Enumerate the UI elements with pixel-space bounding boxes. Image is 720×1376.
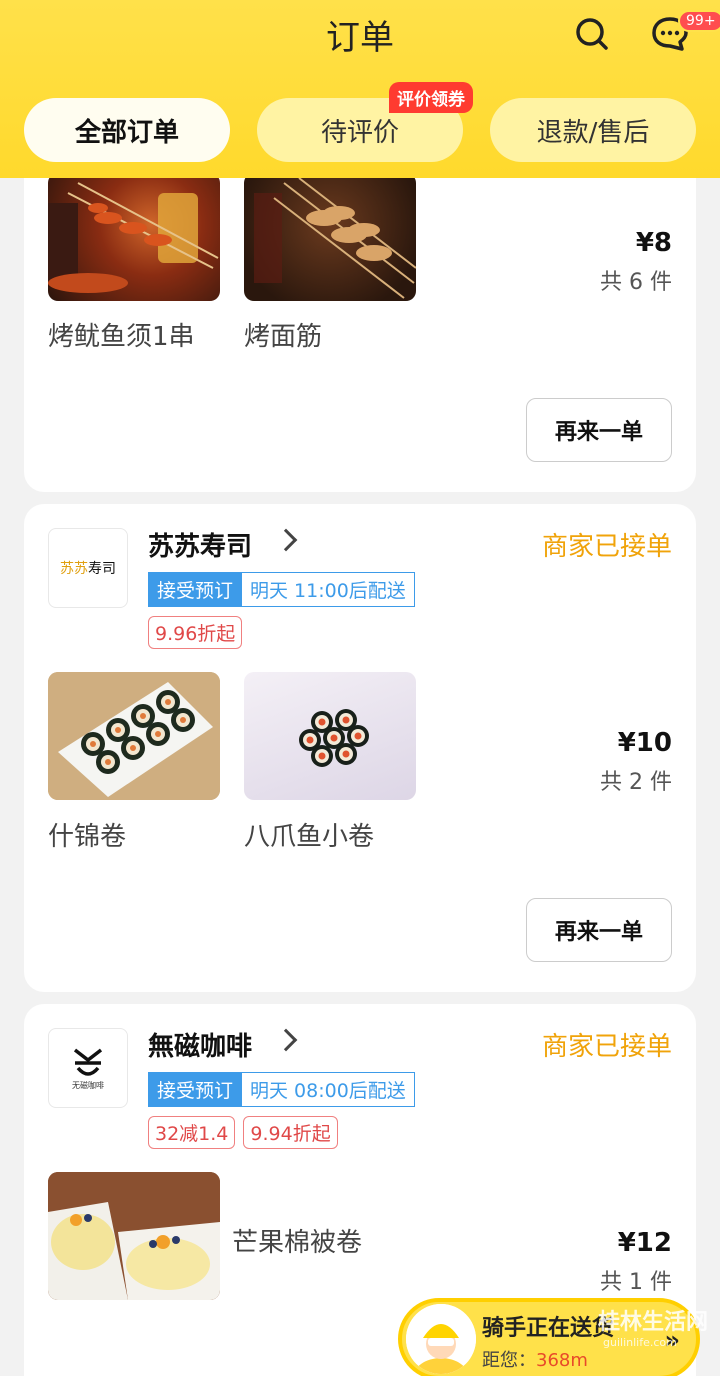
tab-label: 退款/售后 [536, 117, 650, 148]
item-name: 烤鱿鱼须1串 [48, 322, 195, 352]
promo-tag: 9.96折起 [148, 616, 243, 649]
order-card[interactable]: 苏苏寿司 苏苏寿司 商家已接单 接受预订 明天 11:00后配送 9.96折起 [24, 504, 696, 992]
tab-refund[interactable]: 退款/售后 [490, 98, 696, 162]
order-price: ¥12 [617, 1228, 672, 1258]
header-bar: 订单 99+ 全部订单 待评价 评价领券 退款/售后 [0, 0, 720, 178]
order-price: ¥8 [635, 228, 672, 258]
tab-pending-review[interactable]: 待评价 评价领券 [257, 82, 473, 162]
promo-tag: 32减1.4 [148, 1116, 236, 1149]
order-status: 商家已接单 [541, 532, 672, 562]
item-count: 共 2 件 [600, 770, 672, 795]
item-count: 共 1 件 [600, 1270, 672, 1295]
item-image [48, 173, 220, 301]
order-tabs: 全部订单 待评价 评价领券 退款/售后 [24, 82, 696, 162]
distance-label: 距您： [482, 1350, 536, 1371]
order-status: 商家已接单 [541, 1032, 672, 1062]
search-icon[interactable] [570, 12, 614, 56]
rider-avatar [406, 1304, 476, 1374]
item-name: 烤面筋 [244, 322, 323, 352]
logo-text: 无磁咖啡 [72, 1080, 104, 1090]
logo-text: 苏苏 [60, 561, 88, 577]
shop-name[interactable]: 苏苏寿司 [148, 526, 252, 563]
tab-all-orders[interactable]: 全部订单 [24, 98, 230, 162]
reorder-button[interactable]: 再来一单 [526, 398, 672, 462]
distance-value: 368m [536, 1350, 588, 1371]
shop-logo: 无磁咖啡 [48, 1028, 128, 1108]
rider-status-title: 骑手正在送货 [482, 1316, 615, 1341]
item-count: 共 6 件 [600, 270, 672, 295]
delivery-tags: 接受预订 明天 08:00后配送 [148, 1072, 415, 1107]
chevron-right-icon[interactable] [274, 528, 298, 552]
promo-tags: 9.96折起 [148, 616, 243, 649]
chevron-right-icon[interactable] [274, 1028, 298, 1052]
item-image [244, 672, 416, 800]
delivery-time-tag: 明天 11:00后配送 [242, 572, 415, 607]
preorder-tag: 接受预订 [148, 572, 243, 607]
shop-logo: 苏苏 寿司 [48, 528, 128, 608]
delivery-tags: 接受预订 明天 11:00后配送 [148, 572, 415, 607]
review-coupon-tag: 评价领券 [389, 82, 473, 113]
item-image [48, 1172, 220, 1300]
logo-text: 寿司 [88, 561, 116, 577]
tab-label: 待评价 [320, 117, 399, 148]
item-name: 什锦卷 [48, 822, 127, 852]
item-image [48, 672, 220, 800]
delivery-time-tag: 明天 08:00后配送 [242, 1072, 415, 1107]
tab-label: 全部订单 [74, 117, 179, 148]
watermark-url: guilinlife.com [603, 1336, 677, 1349]
item-name: 八爪鱼小卷 [244, 822, 375, 852]
order-price: ¥10 [617, 728, 672, 758]
item-name: 芒果棉被卷 [232, 1228, 363, 1258]
promo-tags: 32减1.4 9.94折起 [148, 1116, 338, 1149]
item-image [244, 173, 416, 301]
rider-distance: 距您：368m [482, 1346, 588, 1372]
shop-name[interactable]: 無磁咖啡 [148, 1026, 252, 1063]
reorder-button[interactable]: 再来一单 [526, 898, 672, 962]
preorder-tag: 接受预订 [148, 1072, 243, 1107]
promo-tag: 9.94折起 [243, 1116, 338, 1149]
watermark: 桂林生活网 [598, 1310, 709, 1335]
message-badge: 99+ [678, 10, 720, 32]
